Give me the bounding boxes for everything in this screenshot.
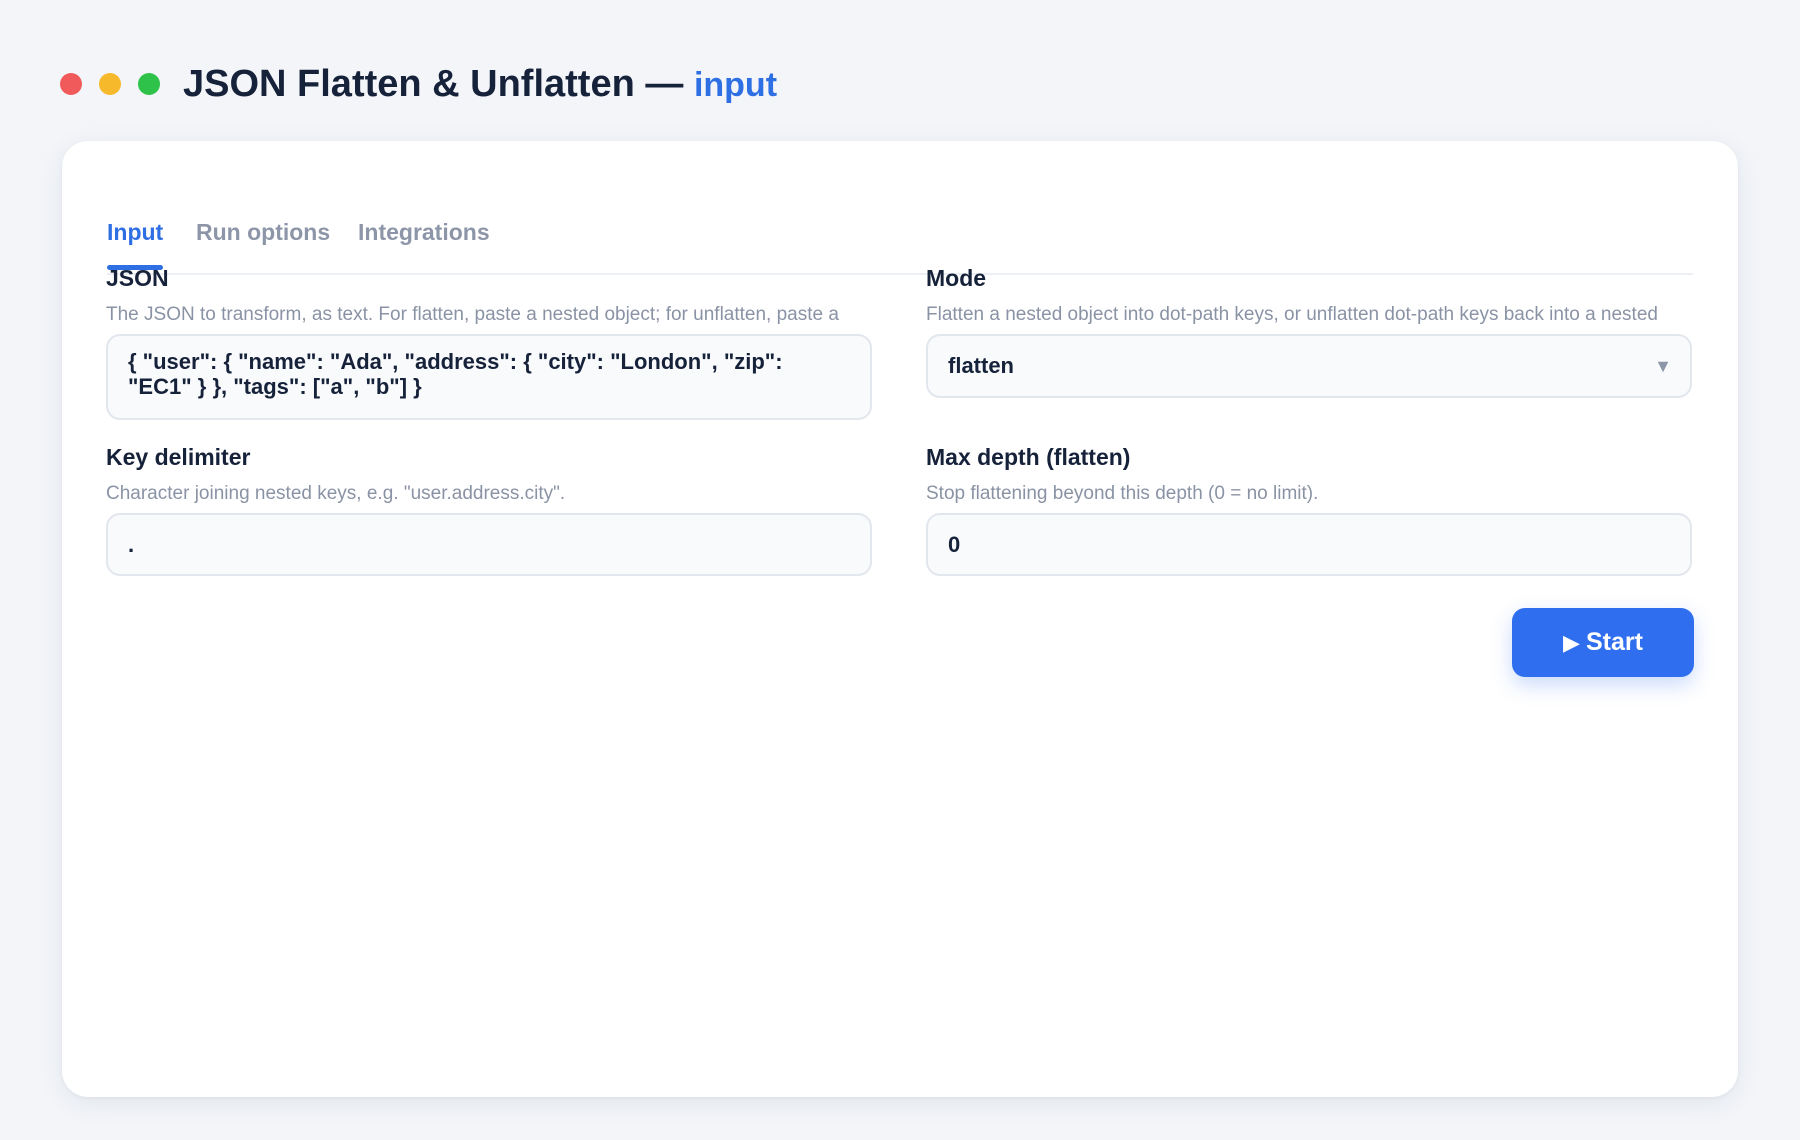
mode-select[interactable]: flatten ▼: [926, 334, 1692, 398]
json-field: JSON The JSON to transform, as text. For…: [106, 265, 874, 420]
start-button[interactable]: ▶ Start: [1512, 608, 1694, 677]
page-title-accent: input: [693, 65, 778, 104]
delimiter-field: Key delimiter Character joining nested k…: [106, 444, 874, 576]
delimiter-help-text: Character joining nested keys, e.g. "use…: [106, 483, 566, 504]
chevron-down-icon: ▼: [1654, 356, 1672, 376]
minimize-window-button[interactable]: [99, 73, 121, 95]
max-depth-field: Max depth (flatten) Stop flattening beyo…: [926, 444, 1694, 576]
delimiter-input[interactable]: .: [106, 513, 872, 576]
json-label: JSON: [106, 265, 169, 291]
play-icon: ▶: [1563, 629, 1580, 655]
delimiter-label: Key delimiter: [106, 444, 251, 470]
page-title: JSON Flatten & Unflatten — input: [183, 63, 777, 106]
tab-run-options[interactable]: Run options: [196, 219, 330, 246]
max-depth-help-text: Stop flattening beyond this depth (0 = n…: [926, 483, 1319, 504]
main-card: Input Run options Integrations JSON The …: [62, 141, 1738, 1097]
json-textarea[interactable]: { "user": { "name": "Ada", "address": { …: [106, 334, 872, 420]
mode-help-text: Flatten a nested object into dot-path ke…: [926, 304, 1658, 325]
page-title-text: JSON Flatten & Unflatten —: [183, 62, 684, 105]
mode-field: Mode Flatten a nested object into dot-pa…: [926, 265, 1694, 398]
window-titlebar: JSON Flatten & Unflatten — input: [60, 58, 777, 110]
mode-label: Mode: [926, 265, 987, 291]
tab-input[interactable]: Input: [107, 219, 164, 270]
max-depth-input[interactable]: 0: [926, 513, 1692, 576]
maximize-window-button[interactable]: [138, 73, 160, 95]
tab-integrations[interactable]: Integrations: [358, 219, 490, 246]
start-button-label: Start: [1585, 628, 1643, 656]
max-depth-label: Max depth (flatten): [926, 444, 1131, 470]
tab-bar: Input Run options Integrations: [107, 181, 1693, 275]
close-window-button[interactable]: [60, 73, 82, 95]
mode-select-value: flatten: [948, 353, 1014, 378]
json-help-text: The JSON to transform, as text. For flat…: [106, 304, 839, 325]
